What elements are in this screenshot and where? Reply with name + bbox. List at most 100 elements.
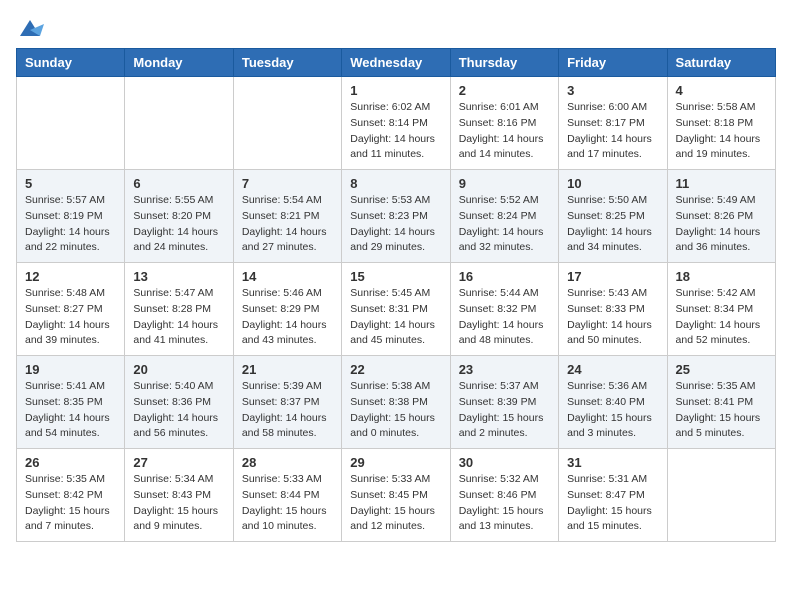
calendar-table: SundayMondayTuesdayWednesdayThursdayFrid… [16,48,776,542]
calendar-cell: 8 Sunrise: 5:53 AM Sunset: 8:23 PM Daylig… [342,170,450,263]
day-number: 28 [242,455,333,470]
calendar-cell: 9 Sunrise: 5:52 AM Sunset: 8:24 PM Daylig… [450,170,558,263]
calendar-cell: 31 Sunrise: 5:31 AM Sunset: 8:47 PM Dayli… [559,449,667,542]
day-info: Sunrise: 5:49 AM Sunset: 8:26 PM Dayligh… [676,193,767,256]
day-number: 3 [567,83,658,98]
day-info: Sunrise: 5:47 AM Sunset: 8:28 PM Dayligh… [133,286,224,349]
day-info: Sunrise: 5:52 AM Sunset: 8:24 PM Dayligh… [459,193,550,256]
calendar-cell: 21 Sunrise: 5:39 AM Sunset: 8:37 PM Dayli… [233,356,341,449]
header-wednesday: Wednesday [342,49,450,77]
calendar-cell: 23 Sunrise: 5:37 AM Sunset: 8:39 PM Dayli… [450,356,558,449]
calendar-cell [667,449,775,542]
day-number: 11 [676,176,767,191]
logo-icon [16,16,40,36]
day-info: Sunrise: 5:39 AM Sunset: 8:37 PM Dayligh… [242,379,333,442]
day-number: 8 [350,176,441,191]
calendar-cell: 28 Sunrise: 5:33 AM Sunset: 8:44 PM Dayli… [233,449,341,542]
day-info: Sunrise: 6:00 AM Sunset: 8:17 PM Dayligh… [567,100,658,163]
day-number: 16 [459,269,550,284]
calendar-cell: 22 Sunrise: 5:38 AM Sunset: 8:38 PM Dayli… [342,356,450,449]
calendar-cell: 4 Sunrise: 5:58 AM Sunset: 8:18 PM Daylig… [667,77,775,170]
day-number: 17 [567,269,658,284]
day-info: Sunrise: 5:46 AM Sunset: 8:29 PM Dayligh… [242,286,333,349]
day-number: 9 [459,176,550,191]
day-info: Sunrise: 5:33 AM Sunset: 8:45 PM Dayligh… [350,472,441,535]
calendar-cell: 11 Sunrise: 5:49 AM Sunset: 8:26 PM Dayli… [667,170,775,263]
week-row-0: 1 Sunrise: 6:02 AM Sunset: 8:14 PM Daylig… [17,77,776,170]
header-friday: Friday [559,49,667,77]
day-number: 2 [459,83,550,98]
calendar-cell: 10 Sunrise: 5:50 AM Sunset: 8:25 PM Dayli… [559,170,667,263]
day-info: Sunrise: 5:38 AM Sunset: 8:38 PM Dayligh… [350,379,441,442]
day-info: Sunrise: 5:33 AM Sunset: 8:44 PM Dayligh… [242,472,333,535]
day-number: 10 [567,176,658,191]
calendar-cell: 29 Sunrise: 5:33 AM Sunset: 8:45 PM Dayli… [342,449,450,542]
day-info: Sunrise: 5:35 AM Sunset: 8:42 PM Dayligh… [25,472,116,535]
day-info: Sunrise: 6:02 AM Sunset: 8:14 PM Dayligh… [350,100,441,163]
calendar-cell: 17 Sunrise: 5:43 AM Sunset: 8:33 PM Dayli… [559,263,667,356]
day-number: 18 [676,269,767,284]
day-info: Sunrise: 5:50 AM Sunset: 8:25 PM Dayligh… [567,193,658,256]
day-number: 23 [459,362,550,377]
day-info: Sunrise: 5:35 AM Sunset: 8:41 PM Dayligh… [676,379,767,442]
day-number: 31 [567,455,658,470]
day-number: 14 [242,269,333,284]
day-info: Sunrise: 5:36 AM Sunset: 8:40 PM Dayligh… [567,379,658,442]
calendar-cell: 7Sunrise: 5:54 AM Sunset: 8:21 PM Daylig… [233,170,341,263]
day-number: 24 [567,362,658,377]
day-info: Sunrise: 5:41 AM Sunset: 8:35 PM Dayligh… [25,379,116,442]
week-row-4: 26Sunrise: 5:35 AM Sunset: 8:42 PM Dayli… [17,449,776,542]
day-info: Sunrise: 5:42 AM Sunset: 8:34 PM Dayligh… [676,286,767,349]
day-number: 1 [350,83,441,98]
calendar-header-row: SundayMondayTuesdayWednesdayThursdayFrid… [17,49,776,77]
day-number: 20 [133,362,224,377]
calendar-cell [17,77,125,170]
day-info: Sunrise: 5:43 AM Sunset: 8:33 PM Dayligh… [567,286,658,349]
calendar-cell: 1 Sunrise: 6:02 AM Sunset: 8:14 PM Daylig… [342,77,450,170]
day-number: 4 [676,83,767,98]
day-number: 15 [350,269,441,284]
logo [16,16,44,36]
day-number: 22 [350,362,441,377]
day-info: Sunrise: 5:44 AM Sunset: 8:32 PM Dayligh… [459,286,550,349]
calendar-cell: 16 Sunrise: 5:44 AM Sunset: 8:32 PM Dayli… [450,263,558,356]
day-number: 27 [133,455,224,470]
header-monday: Monday [125,49,233,77]
day-number: 25 [676,362,767,377]
day-number: 29 [350,455,441,470]
calendar-cell [233,77,341,170]
header-tuesday: Tuesday [233,49,341,77]
day-number: 21 [242,362,333,377]
week-row-3: 19Sunrise: 5:41 AM Sunset: 8:35 PM Dayli… [17,356,776,449]
calendar-cell: 13 Sunrise: 5:47 AM Sunset: 8:28 PM Dayli… [125,263,233,356]
day-info: Sunrise: 5:32 AM Sunset: 8:46 PM Dayligh… [459,472,550,535]
calendar-cell: 19Sunrise: 5:41 AM Sunset: 8:35 PM Dayli… [17,356,125,449]
day-info: Sunrise: 5:48 AM Sunset: 8:27 PM Dayligh… [25,286,116,349]
day-number: 13 [133,269,224,284]
calendar-cell: 15Sunrise: 5:45 AM Sunset: 8:31 PM Dayli… [342,263,450,356]
day-info: Sunrise: 5:55 AM Sunset: 8:20 PM Dayligh… [133,193,224,256]
day-info: Sunrise: 5:58 AM Sunset: 8:18 PM Dayligh… [676,100,767,163]
day-info: Sunrise: 5:31 AM Sunset: 8:47 PM Dayligh… [567,472,658,535]
day-info: Sunrise: 5:54 AM Sunset: 8:21 PM Dayligh… [242,193,333,256]
calendar-cell: 25 Sunrise: 5:35 AM Sunset: 8:41 PM Dayli… [667,356,775,449]
calendar-cell: 24 Sunrise: 5:36 AM Sunset: 8:40 PM Dayli… [559,356,667,449]
calendar-cell: 30 Sunrise: 5:32 AM Sunset: 8:46 PM Dayli… [450,449,558,542]
header-saturday: Saturday [667,49,775,77]
week-row-1: 5Sunrise: 5:57 AM Sunset: 8:19 PM Daylig… [17,170,776,263]
day-number: 6 [133,176,224,191]
calendar-cell: 27 Sunrise: 5:34 AM Sunset: 8:43 PM Dayli… [125,449,233,542]
calendar-cell: 6 Sunrise: 5:55 AM Sunset: 8:20 PM Daylig… [125,170,233,263]
day-info: Sunrise: 5:53 AM Sunset: 8:23 PM Dayligh… [350,193,441,256]
calendar-cell: 5Sunrise: 5:57 AM Sunset: 8:19 PM Daylig… [17,170,125,263]
day-info: Sunrise: 5:37 AM Sunset: 8:39 PM Dayligh… [459,379,550,442]
day-info: Sunrise: 5:40 AM Sunset: 8:36 PM Dayligh… [133,379,224,442]
calendar-cell: 18 Sunrise: 5:42 AM Sunset: 8:34 PM Dayli… [667,263,775,356]
day-info: Sunrise: 5:57 AM Sunset: 8:19 PM Dayligh… [25,193,116,256]
calendar-cell: 3 Sunrise: 6:00 AM Sunset: 8:17 PM Daylig… [559,77,667,170]
calendar-cell: 12Sunrise: 5:48 AM Sunset: 8:27 PM Dayli… [17,263,125,356]
day-number: 30 [459,455,550,470]
header-sunday: Sunday [17,49,125,77]
day-info: Sunrise: 5:34 AM Sunset: 8:43 PM Dayligh… [133,472,224,535]
calendar-cell [125,77,233,170]
